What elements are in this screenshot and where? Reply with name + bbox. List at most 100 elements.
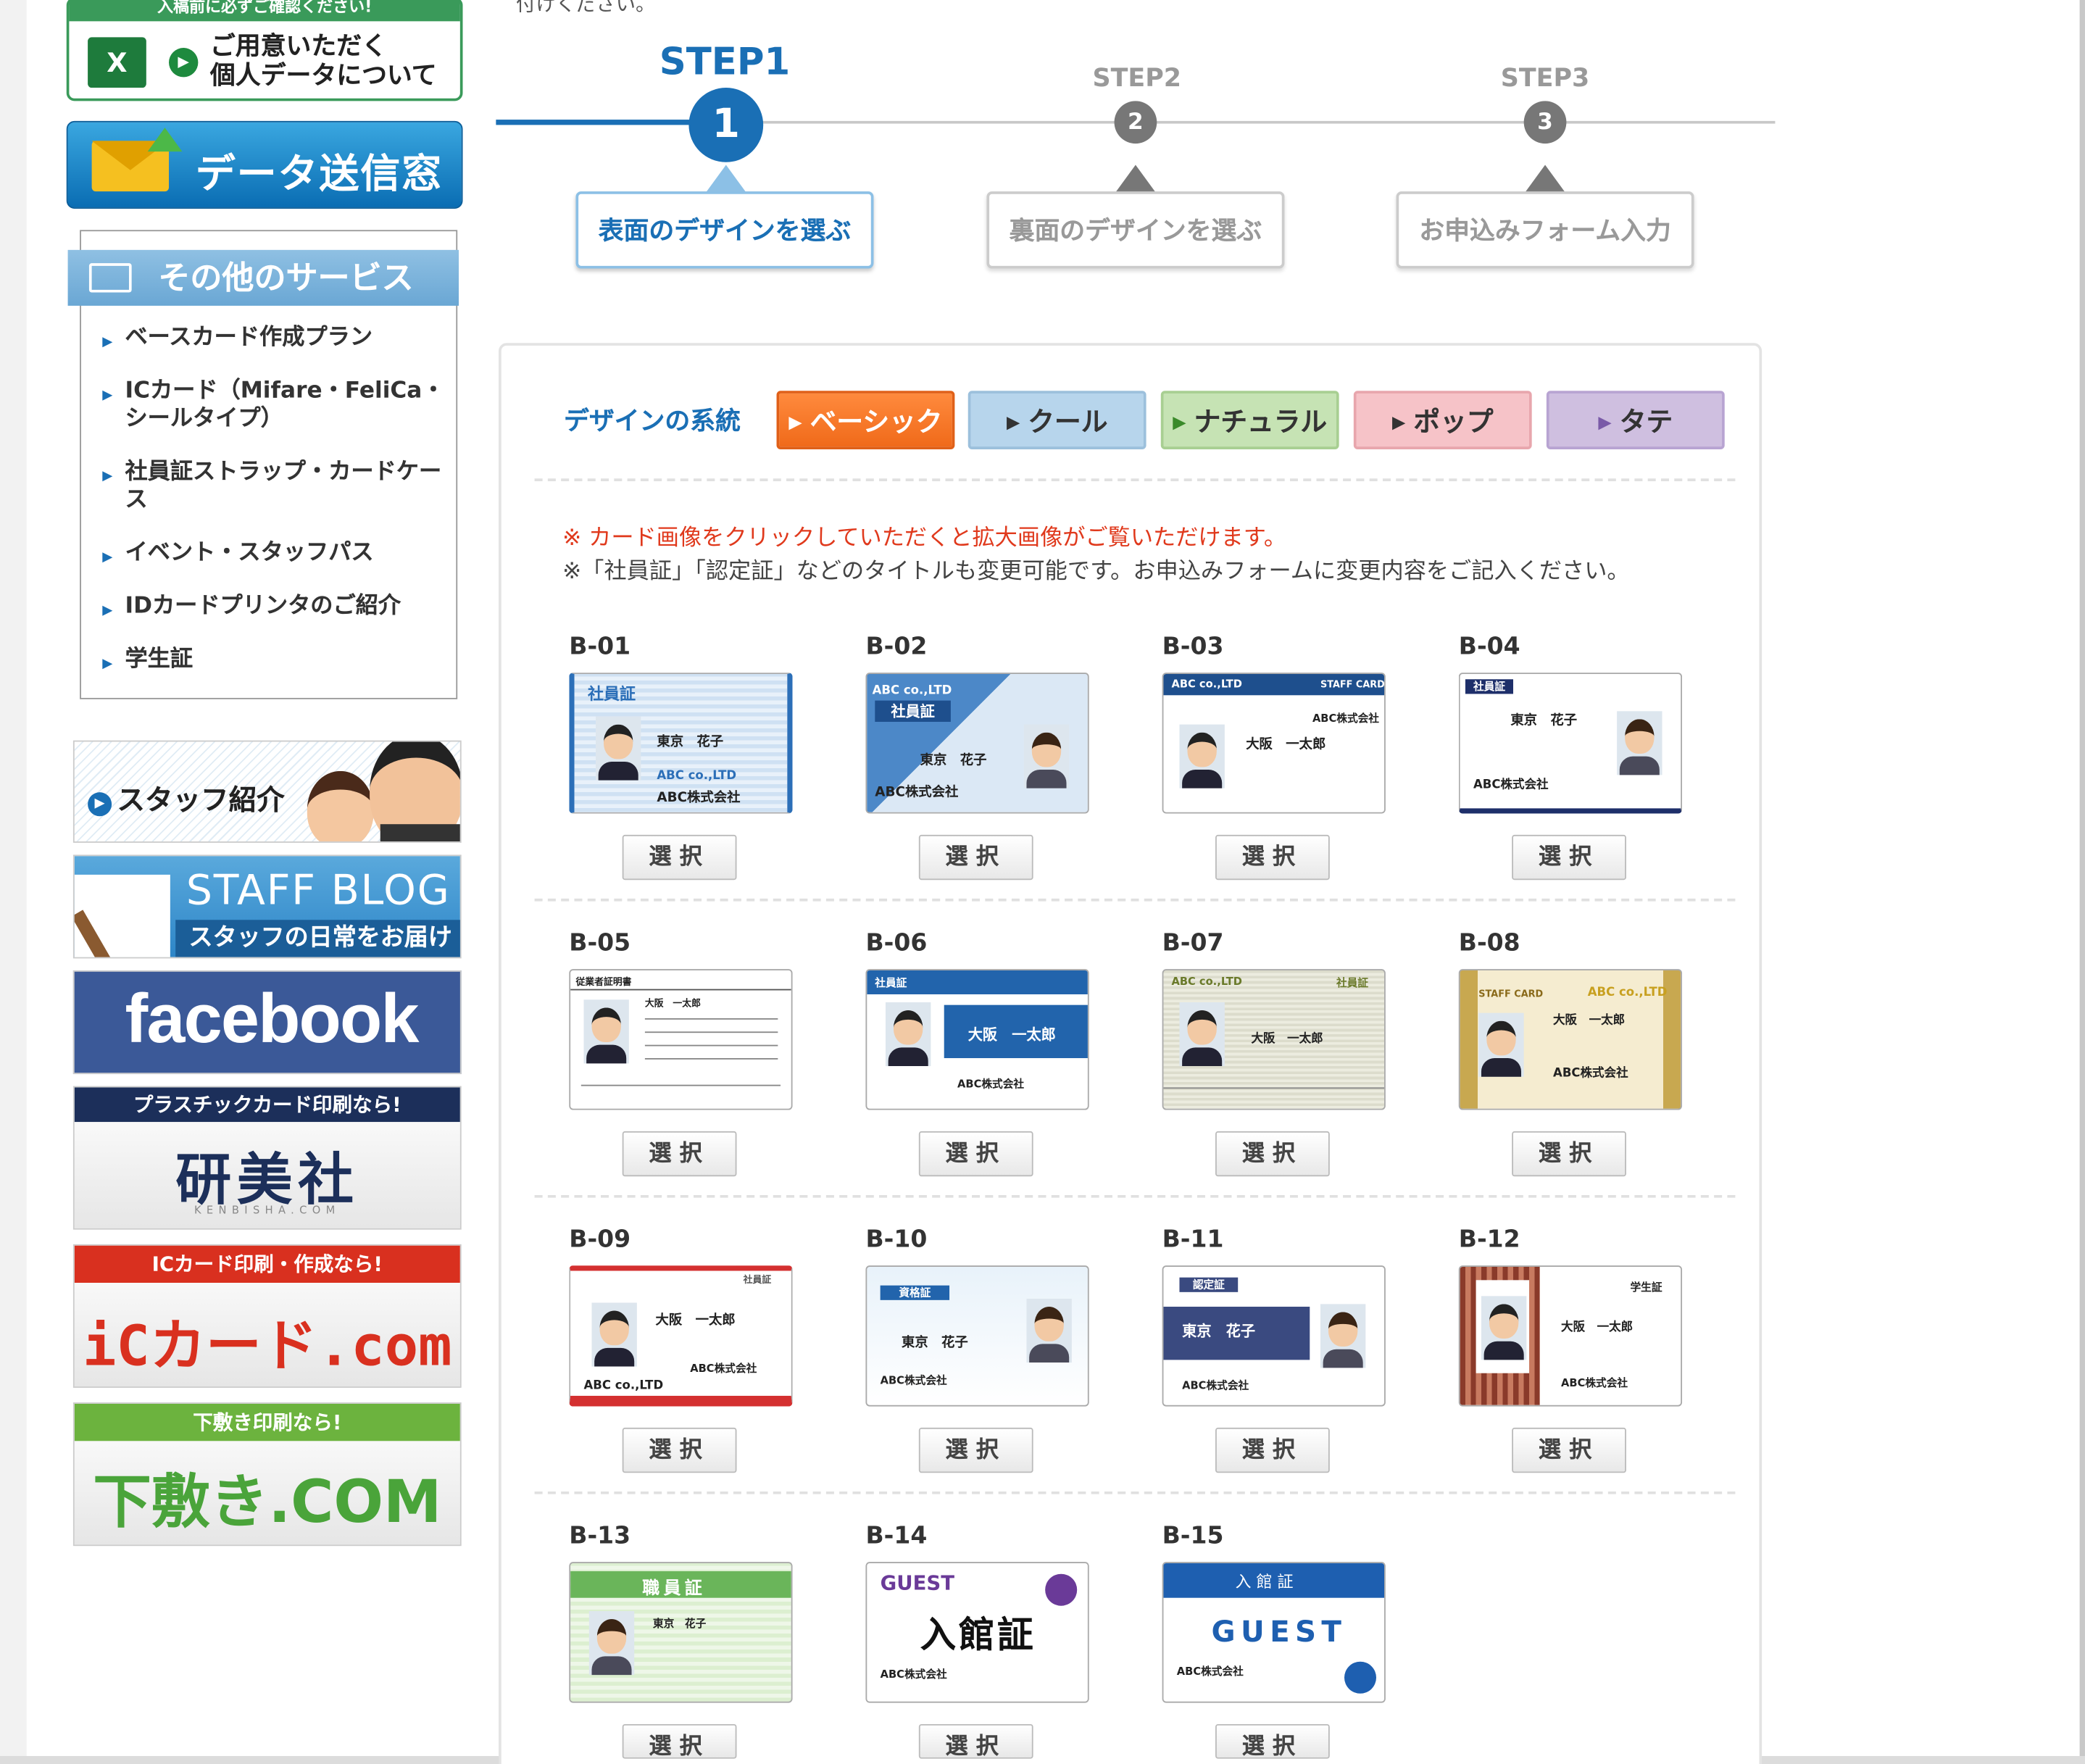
photo-placeholder [1023,724,1070,789]
step2-pointer-icon [1114,165,1157,194]
category-natural-button[interactable]: ▶ ナチュラル [1160,391,1339,449]
card-thumbnail[interactable]: ABC co.,LTD STAFF CARD ABC株式会社 大阪 一太郎 [1162,673,1386,814]
service-link-ic-card[interactable]: ICカード（Mifare・FeliCa・シールタイプ） [102,378,451,433]
shitajiki-tagline: 下敷き印刷なら! [74,1403,460,1441]
design-cell: B-08 STAFF CARD ABC co.,LTD 大阪 一太郎 ABC株式… [1458,929,1725,1195]
card-thumbnail[interactable]: ABC co.,LTD 社員証 東京 花子 ABC株式会社 [865,673,1089,814]
category-pop-button[interactable]: ▶ ポップ [1353,391,1532,449]
category-basic-button[interactable]: ▶ ベーシック [776,391,955,449]
id-card-icon [88,263,132,293]
design-cell: B-04 社員証 東京 花子 ABC株式会社 選択 [1458,633,1725,899]
select-button[interactable]: 選択 [918,1723,1033,1759]
card-thumbnail[interactable]: 社員証 東京 花子 ABC co.,LTD ABC株式会社 [569,673,793,814]
photo-placeholder [1617,711,1662,775]
design-id: B-02 [865,633,928,661]
service-link-base-card[interactable]: ベースカード作成プラン [102,325,451,357]
select-button[interactable]: 選択 [1512,1131,1626,1177]
personal-data-banner[interactable]: 入稿前に必ずご確認ください! X ▶ ご用意いただく 個人データについて [66,0,463,101]
divider [534,1194,1736,1198]
step1-label: STEP1 [659,40,791,84]
select-button[interactable]: 選択 [1512,1427,1626,1473]
data-send-button[interactable]: データ送信窓口 [66,120,463,257]
shitajiki-banner[interactable]: 下敷き印刷なら! 下敷き.COM [72,1402,462,1547]
other-services-title: その他のサービス [158,259,414,297]
design-cell: B-13 職員証 東京 花子 選択 [569,1522,835,1764]
design-id: B-07 [1162,929,1224,957]
staff-intro-banner[interactable]: ▶ スタッフ紹介 [72,740,462,843]
ic-card-banner[interactable]: ICカード印刷・作成なら! iCカード.com [72,1244,462,1388]
pdata-line1: ご用意いただく [209,32,387,62]
photo-placeholder [591,1302,637,1367]
staff-intro-label: スタッフ紹介 [117,784,285,817]
select-button[interactable]: 選択 [1215,1427,1330,1473]
play-icon: ▶ [1598,413,1612,433]
pdata-line2: 個人データについて [209,61,437,91]
kenbisha-banner[interactable]: プラスチックカード印刷なら! 研美社 KENBISHA.COM [72,1086,462,1230]
design-id: B-08 [1458,929,1520,957]
service-link-student-id[interactable]: 学生証 [102,646,451,678]
photo-placeholder [1179,1002,1225,1067]
step3-pointer-icon [1523,165,1567,194]
upload-arrow-icon [147,128,183,152]
cut-off-text: 付けください。 [515,0,656,17]
card-thumbnail[interactable]: 資格証 東京 花子 ABC株式会社 [865,1265,1089,1407]
card-thumbnail[interactable]: ABC co.,LTD 社員証 大阪 一太郎 [1162,969,1386,1110]
design-cell: B-03 ABC co.,LTD STAFF CARD ABC株式会社 大阪 一… [1162,633,1428,899]
select-button[interactable]: 選択 [918,1131,1033,1177]
category-basic-label: ベーシック [810,405,943,438]
step2-box: 裏面のデザインを選ぶ [986,191,1285,269]
card-thumbnail[interactable]: STAFF CARD ABC co.,LTD 大阪 一太郎 ABC株式会社 [1458,969,1683,1110]
select-button[interactable]: 選択 [622,834,737,881]
pdata-top-text: 入稿前に必ずご確認ください! [69,0,460,22]
select-button[interactable]: 選択 [1215,1131,1330,1177]
select-button[interactable]: 選択 [1215,1723,1330,1759]
step3-box: お申込みフォーム入力 [1396,191,1694,269]
category-tate-button[interactable]: ▶ タテ [1546,391,1725,449]
photo-placeholder [1320,1304,1366,1368]
card-thumbnail[interactable]: 学生証 大阪 一太郎 ABC株式会社 [1458,1265,1683,1407]
note-click-enlarge: ※ カード画像をクリックしていただくと拡大画像がご覧いただけます。 [562,525,1287,552]
select-button[interactable]: 選択 [918,1427,1033,1473]
select-button[interactable]: 選択 [622,1723,737,1759]
design-cell: B-06 社員証 大阪 一太郎 ABC株式会社 選択 [865,929,1131,1195]
design-id: B-15 [1162,1522,1224,1550]
step3-label: STEP3 [1500,64,1590,93]
service-link-id-printer[interactable]: IDカードプリンタのご紹介 [102,593,451,625]
card-thumbnail[interactable]: 認定証 東京 花子 ABC株式会社 [1162,1265,1386,1407]
step1-number: 1 [688,88,764,162]
card-thumbnail[interactable]: 社員証 東京 花子 ABC株式会社 [1458,673,1683,814]
card-thumbnail[interactable]: 入 館 証 GUEST ABC株式会社 [1162,1562,1386,1703]
card-thumbnail[interactable]: 社員証 大阪 一太郎 ABC株式会社 [865,969,1089,1110]
service-link-strap-case[interactable]: 社員証ストラップ・カードケース [102,459,451,515]
divider [534,478,1736,481]
design-id: B-10 [865,1226,928,1254]
card-thumbnail[interactable]: 従業者証明書 大阪 一太郎 [569,969,793,1110]
select-button[interactable]: 選択 [1512,834,1626,881]
select-button[interactable]: 選択 [1215,834,1330,881]
arrow-circle-icon: ▶ [88,792,112,817]
select-button[interactable]: 選択 [622,1427,737,1473]
staff-blog-banner[interactable]: STAFF BLOG スタッフの日常をお届け♪ [72,854,462,959]
design-id: B-13 [569,1522,631,1550]
play-icon: ▶ [1392,413,1406,433]
facebook-banner[interactable]: facebook [72,970,462,1075]
category-tate-label: タテ [1619,405,1673,438]
category-natural-label: ナチュラル [1194,405,1328,438]
select-button[interactable]: 選択 [622,1131,737,1177]
divider [534,1491,1736,1494]
step2-number: 2 [1114,101,1157,144]
note-title-changeable: ※「社員証」「認定証」などのタイトルも変更可能です。お申込みフォームに変更内容を… [562,558,1630,586]
card-thumbnail[interactable]: GUEST 入館証 ABC株式会社 [865,1562,1089,1703]
card-thumbnail[interactable]: 社員証 大阪 一太郎 ABC株式会社 ABC co.,LTD [569,1265,793,1407]
arrow-circle-icon: ▶ [169,48,199,78]
category-cool-button[interactable]: ▶ クール [967,391,1146,449]
service-link-event-pass[interactable]: イベント・スタッフパス [102,540,451,572]
select-button[interactable]: 選択 [918,834,1033,881]
design-id: B-06 [865,929,928,957]
design-id: B-01 [569,633,631,661]
stamp-icon [1045,1573,1078,1606]
step3-number: 3 [1523,101,1567,144]
card-thumbnail[interactable]: 職員証 東京 花子 [569,1562,793,1703]
design-id: B-04 [1458,633,1520,661]
step1-box: 表面のデザインを選ぶ [575,191,874,269]
